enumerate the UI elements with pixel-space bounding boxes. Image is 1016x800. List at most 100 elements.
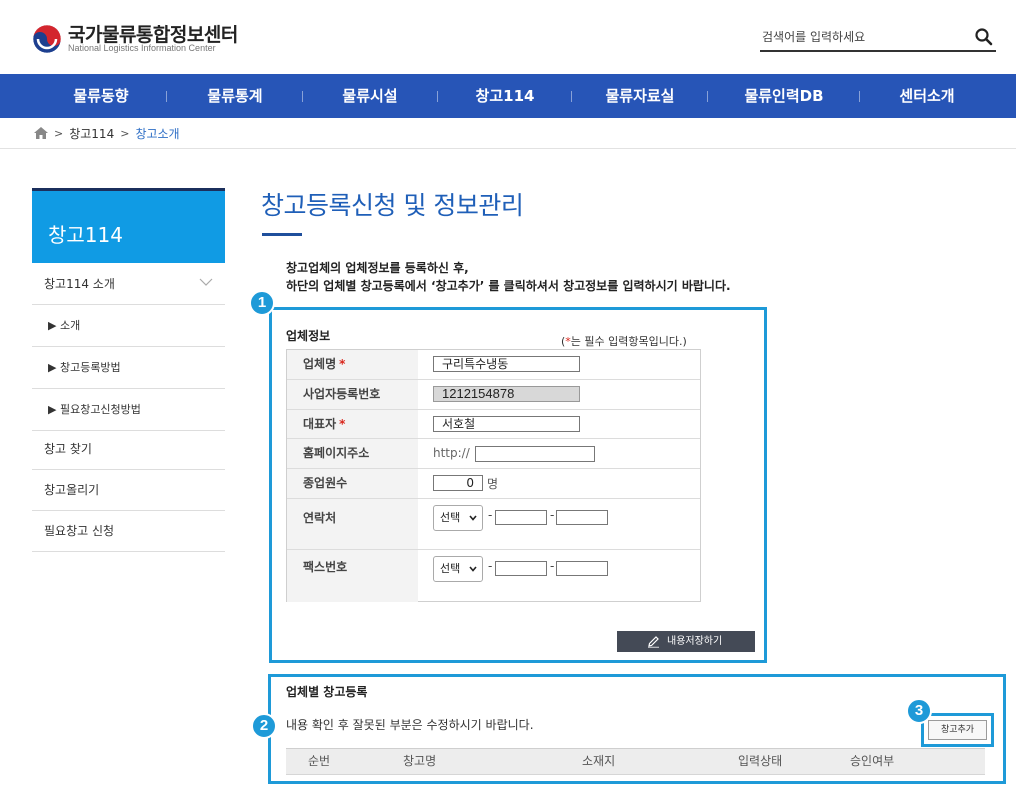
sidebar-title: 창고114 xyxy=(48,223,123,247)
contact-area-select[interactable]: 선택 xyxy=(433,505,483,531)
nav-item-logistics-facilities[interactable]: 물류시설 xyxy=(325,74,415,118)
column-header-name: 창고명 xyxy=(403,754,437,768)
required-note-text: 는 필수 입력항목입니다.) xyxy=(570,335,687,348)
chevron-down-icon xyxy=(199,278,213,286)
home-icon[interactable] xyxy=(34,127,48,139)
company-name-field[interactable]: 구리특수냉동 xyxy=(433,356,580,372)
contact-mid-field[interactable] xyxy=(495,510,547,525)
form-row-fax: 팩스번호 선택 - - xyxy=(287,550,700,602)
step-badge-1: 1 xyxy=(249,290,275,316)
column-header-input-status: 입력상태 xyxy=(738,754,783,768)
field-label: 업체명 * xyxy=(287,350,418,379)
field-label: 연락처 xyxy=(287,499,418,549)
nav-separator xyxy=(707,91,708,102)
field-label-text: 대표자 xyxy=(303,417,337,431)
company-info-form: 업체명 * 구리특수냉동 사업자등록번호 1212154878 대표자 * 서호철 … xyxy=(286,349,701,602)
employees-unit: 명 xyxy=(487,477,499,491)
form-row-homepage: 홈페이지주소 http:// xyxy=(287,439,700,469)
required-note: (*는 필수 입력항목입니다.) xyxy=(561,333,687,349)
taegeuk-logo-icon[interactable] xyxy=(32,24,62,54)
nav-separator xyxy=(166,91,167,102)
chevron-down-icon xyxy=(469,515,477,521)
warehouse-table-header: 순번 창고명 소재지 입력상태 승인여부 xyxy=(286,748,985,775)
nav-item-workforce-db[interactable]: 물류인력DB xyxy=(726,74,842,118)
company-info-title: 업체정보 xyxy=(286,329,331,343)
nav-item-logistics-trends[interactable]: 물류동향 xyxy=(56,74,146,118)
sidebar-subitem-request-method[interactable]: ▶ 필요창고신청방법 xyxy=(32,389,225,431)
form-row-company-name: 업체명 * 구리특수냉동 xyxy=(287,350,700,380)
ceo-field[interactable]: 서호철 xyxy=(433,416,580,432)
required-star: * xyxy=(339,357,346,371)
homepage-field[interactable] xyxy=(475,446,595,462)
chevron-right-icon: > xyxy=(54,126,64,140)
dash: - xyxy=(488,508,493,522)
sidebar-item-label: 창고114 소개 xyxy=(44,277,115,291)
business-no-field: 1212154878 xyxy=(433,386,580,402)
nav-item-center-intro[interactable]: 센터소개 xyxy=(882,74,972,118)
intro-line: 창고업체의 업체정보를 등록하신 후, xyxy=(286,261,469,275)
chevron-right-icon: > xyxy=(120,126,130,140)
breadcrumb: > 창고114 > 창고소개 xyxy=(34,124,180,142)
sidebar-subitem-intro[interactable]: ▶ 소개 xyxy=(32,305,225,347)
nav-separator xyxy=(437,91,438,102)
logo-subtitle: National Logistics Information Center xyxy=(68,43,216,53)
form-row-contact: 연락처 선택 - - xyxy=(287,499,700,550)
sidebar-item-warehouse-intro[interactable]: 창고114 소개 xyxy=(32,263,225,305)
sidebar-item-upload-warehouse[interactable]: 창고올리기 xyxy=(32,470,225,511)
dash: - xyxy=(550,508,555,522)
save-button-label: 내용저장하기 xyxy=(667,636,723,647)
breadcrumb-current[interactable]: 창고소개 xyxy=(135,125,179,142)
dash: - xyxy=(488,559,493,573)
fax-mid-field[interactable] xyxy=(495,561,547,576)
form-row-business-no: 사업자등록번호 1212154878 xyxy=(287,380,700,410)
intro-text: 창고업체의 업체정보를 등록하신 후, 하단의 업체별 창고등록에서 ‘창고추가… xyxy=(286,259,731,295)
nav-item-archive[interactable]: 물류자료실 xyxy=(590,74,690,118)
save-button[interactable]: 내용저장하기 xyxy=(617,631,755,652)
intro-line: 하단의 업체별 창고등록에서 ‘창고추가’ 를 클릭하셔서 창고정보를 입력하시… xyxy=(286,279,731,293)
pencil-icon xyxy=(648,636,659,648)
site-header: 국가물류통합정보센터 National Logistics Informatio… xyxy=(0,0,1016,74)
chevron-down-icon xyxy=(469,566,477,572)
nav-separator xyxy=(302,91,303,102)
form-row-employees: 종업원수 0 명 xyxy=(287,469,700,499)
nav-separator xyxy=(571,91,572,102)
nav-separator xyxy=(859,91,860,102)
breadcrumb-item[interactable]: 창고114 xyxy=(69,125,114,142)
search-input[interactable] xyxy=(762,26,962,48)
select-value: 선택 xyxy=(440,511,461,524)
page-title: 창고등록신청 및 정보관리 xyxy=(261,191,524,220)
sidebar-item-request-warehouse[interactable]: 필요창고 신청 xyxy=(32,511,225,552)
nav-item-warehouse114[interactable]: 창고114 xyxy=(460,74,550,118)
employees-field[interactable]: 0 xyxy=(433,475,483,491)
column-header-approval: 승인여부 xyxy=(850,754,895,768)
sidebar-header: 창고114 xyxy=(32,188,225,263)
field-label: 사업자등록번호 xyxy=(287,380,418,409)
field-label: 종업원수 xyxy=(287,469,418,498)
field-label: 대표자 * xyxy=(287,410,418,438)
step-badge-2: 2 xyxy=(251,713,277,739)
main-nav: 물류동향 물류통계 물류시설 창고114 물류자료실 물류인력DB 센터소개 xyxy=(0,74,1016,118)
warehouse-list-title: 업체별 창고등록 xyxy=(286,685,368,699)
dash: - xyxy=(550,559,555,573)
required-star: * xyxy=(339,417,346,431)
field-label-text: 업체명 xyxy=(303,357,337,371)
form-row-ceo: 대표자 * 서호철 xyxy=(287,410,700,439)
title-underline xyxy=(262,233,302,236)
field-label: 팩스번호 xyxy=(287,550,418,602)
contact-last-field[interactable] xyxy=(556,510,608,525)
add-warehouse-button[interactable]: 창고추가 xyxy=(928,720,987,740)
nav-item-logistics-stats[interactable]: 물류통계 xyxy=(190,74,280,118)
select-value: 선택 xyxy=(440,562,461,575)
column-header-location: 소재지 xyxy=(582,754,616,768)
field-label: 홈페이지주소 xyxy=(287,439,418,468)
fax-last-field[interactable] xyxy=(556,561,608,576)
search-box xyxy=(760,24,996,52)
sidebar-subitem-register-method[interactable]: ▶ 창고등록방법 xyxy=(32,347,225,389)
http-prefix: http:// xyxy=(433,446,470,460)
guide-text: 내용 확인 후 잘못된 부분은 수정하시기 바랍니다. xyxy=(286,718,534,732)
column-header-no: 순번 xyxy=(308,754,331,768)
fax-area-select[interactable]: 선택 xyxy=(433,556,483,582)
breadcrumb-divider xyxy=(0,148,1016,149)
sidebar-item-find-warehouse[interactable]: 창고 찾기 xyxy=(32,429,225,470)
search-icon[interactable] xyxy=(974,27,994,47)
